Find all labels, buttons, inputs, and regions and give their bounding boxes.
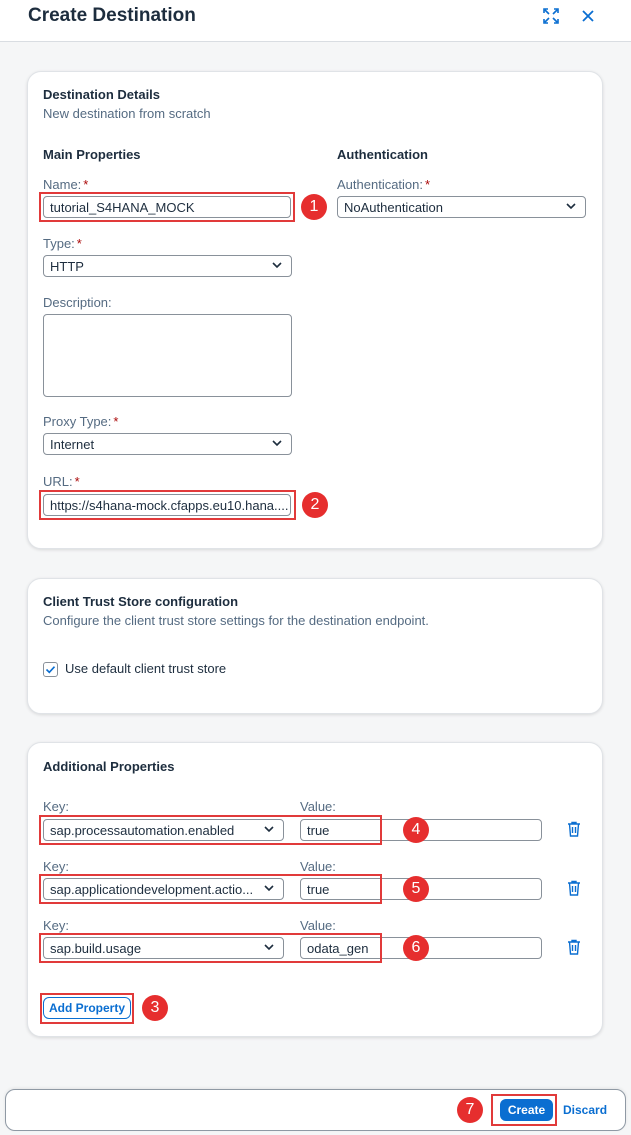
discard-button[interactable]: Discard bbox=[563, 1103, 607, 1117]
annotation-box-create bbox=[491, 1094, 557, 1126]
name-label: Name: * bbox=[43, 177, 89, 192]
description-label: Description: bbox=[43, 295, 112, 310]
annotation-box-row-2 bbox=[39, 874, 382, 904]
delete-icon[interactable] bbox=[567, 821, 581, 837]
annotation-badge-7: 7 bbox=[457, 1097, 483, 1123]
value-label: Value: bbox=[300, 799, 336, 814]
annotation-badge-6: 6 bbox=[403, 935, 429, 961]
value-label: Value: bbox=[300, 918, 336, 933]
additional-properties-title: Additional Properties bbox=[43, 759, 175, 774]
annotation-box-row-3 bbox=[39, 933, 382, 963]
destination-details-card bbox=[27, 71, 603, 549]
chevron-down-icon bbox=[272, 440, 282, 447]
chevron-down-icon bbox=[566, 203, 576, 210]
delete-icon[interactable] bbox=[567, 939, 581, 955]
key-label: Key: bbox=[43, 799, 70, 814]
annotation-box-row-1 bbox=[39, 815, 382, 845]
authentication-label: Authentication: * bbox=[337, 177, 431, 192]
destination-details-subtitle: New destination from scratch bbox=[43, 106, 211, 121]
annotation-badge-4: 4 bbox=[403, 817, 429, 843]
annotation-box-add bbox=[40, 993, 134, 1024]
value-label: Value: bbox=[300, 859, 336, 874]
annotation-box-url bbox=[39, 490, 296, 520]
authentication-select-value: NoAuthentication bbox=[344, 200, 444, 215]
annotation-badge-1: 1 bbox=[301, 194, 327, 220]
client-trust-store-title: Client Trust Store configuration bbox=[43, 594, 239, 609]
annotation-badge-5: 5 bbox=[403, 876, 429, 902]
chevron-down-icon bbox=[272, 262, 282, 269]
delete-icon[interactable] bbox=[567, 880, 581, 896]
proxy-type-select[interactable]: Internet bbox=[43, 433, 292, 455]
type-label: Type: * bbox=[43, 236, 82, 251]
authentication-select[interactable]: NoAuthentication bbox=[337, 196, 586, 218]
annotation-box-name bbox=[39, 192, 295, 222]
url-label: URL: * bbox=[43, 474, 80, 489]
proxy-type-label: Proxy Type: * bbox=[43, 414, 119, 429]
main-properties-heading: Main Properties bbox=[43, 147, 141, 162]
annotation-badge-3: 3 bbox=[142, 995, 168, 1021]
destination-details-title: Destination Details bbox=[43, 87, 161, 102]
authentication-heading: Authentication bbox=[337, 147, 428, 162]
page-title: Create Destination bbox=[28, 5, 196, 26]
type-select[interactable]: HTTP bbox=[43, 255, 292, 277]
default-trust-store-label: Use default client trust store bbox=[65, 661, 227, 676]
type-select-value: HTTP bbox=[50, 259, 84, 274]
close-icon[interactable] bbox=[577, 5, 599, 27]
client-trust-store-subtitle: Configure the client trust store setting… bbox=[43, 613, 429, 628]
dialog-header: Create Destination bbox=[0, 0, 631, 42]
proxy-type-select-value: Internet bbox=[50, 437, 95, 452]
default-trust-store-checkbox[interactable] bbox=[43, 662, 58, 677]
annotation-badge-2: 2 bbox=[302, 492, 328, 518]
description-textarea[interactable] bbox=[43, 314, 292, 397]
key-label: Key: bbox=[43, 918, 70, 933]
key-label: Key: bbox=[43, 859, 70, 874]
checkmark-icon bbox=[45, 666, 56, 674]
fullscreen-icon[interactable] bbox=[540, 5, 562, 27]
